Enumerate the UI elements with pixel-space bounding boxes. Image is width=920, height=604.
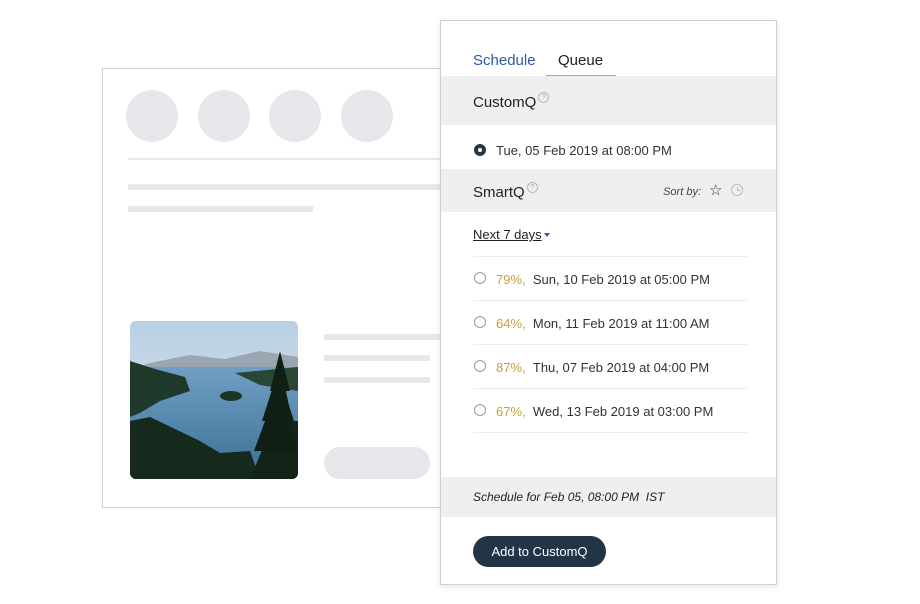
smartq-title-label: SmartQ (473, 184, 525, 201)
slot-separator: , (522, 404, 533, 419)
divider (473, 388, 747, 389)
customq-title: CustomQ? (473, 92, 550, 111)
smartq-slot-radio[interactable] (474, 272, 486, 284)
slot-time: Mon, 11 Feb 2019 at 11:00 AM (532, 316, 710, 331)
list-item[interactable]: 64%, Mon, 11 Feb 2019 at 11:00 AM (496, 316, 709, 331)
placeholder-avatar (198, 90, 250, 142)
help-icon[interactable]: ? (526, 182, 538, 193)
schedule-summary: Schedule for Feb 05, 08:00 PM IST (473, 490, 665, 504)
placeholder-text-line (324, 334, 440, 340)
tab-schedule[interactable]: Schedule (473, 52, 536, 69)
smartq-slot-radio[interactable] (474, 360, 486, 372)
slot-separator: , (522, 272, 533, 287)
placeholder-avatar (341, 90, 393, 142)
list-item[interactable]: 67%, Wed, 13 Feb 2019 at 03:00 PM (496, 404, 713, 419)
divider (128, 158, 440, 160)
placeholder-avatar (126, 90, 178, 142)
slot-separator: , (522, 360, 533, 375)
help-icon[interactable]: ? (538, 92, 550, 103)
slot-score: 67% (496, 404, 523, 419)
lake-photo (130, 321, 298, 479)
placeholder-text-line (324, 355, 430, 361)
list-item[interactable]: 87%, Thu, 07 Feb 2019 at 04:00 PM (496, 360, 709, 375)
slot-time: Sun, 10 Feb 2019 at 05:00 PM (532, 272, 710, 287)
divider (473, 300, 747, 301)
placeholder-text-line (128, 206, 313, 212)
smartq-slot-radio[interactable] (474, 404, 486, 416)
placeholder-text-line (128, 184, 440, 190)
clock-icon[interactable] (731, 184, 743, 196)
divider (473, 344, 747, 345)
smartq-title: SmartQ? (473, 182, 538, 201)
slot-score: 64% (496, 316, 523, 331)
list-item[interactable]: 79%, Sun, 10 Feb 2019 at 05:00 PM (496, 272, 710, 287)
customq-slot-time: Tue, 05 Feb 2019 at 08:00 PM (496, 143, 672, 158)
slot-time: Wed, 13 Feb 2019 at 03:00 PM (532, 404, 714, 419)
customq-title-label: CustomQ (473, 94, 537, 111)
slot-score: 87% (496, 360, 523, 375)
divider (473, 256, 747, 257)
schedule-panel: Schedule Queue CustomQ? Tue, 05 Feb 2019… (440, 20, 777, 585)
placeholder-avatar (269, 90, 321, 142)
divider (473, 432, 747, 433)
smartq-slot-radio[interactable] (474, 316, 486, 328)
date-range-dropdown[interactable]: Next 7 days (473, 227, 542, 242)
chevron-down-icon[interactable] (544, 233, 550, 237)
add-to-customq-button[interactable]: Add to CustomQ (473, 536, 606, 567)
sort-by-label: Sort by: (663, 186, 701, 198)
slot-separator: , (522, 316, 533, 331)
placeholder-text-line (324, 377, 430, 383)
star-icon[interactable]: ☆ (709, 183, 722, 199)
slot-score: 79% (496, 272, 523, 287)
tab-queue[interactable]: Queue (558, 52, 603, 69)
customq-slot-radio[interactable] (474, 144, 486, 156)
slot-time: Thu, 07 Feb 2019 at 04:00 PM (532, 360, 710, 375)
placeholder-button (324, 447, 430, 479)
